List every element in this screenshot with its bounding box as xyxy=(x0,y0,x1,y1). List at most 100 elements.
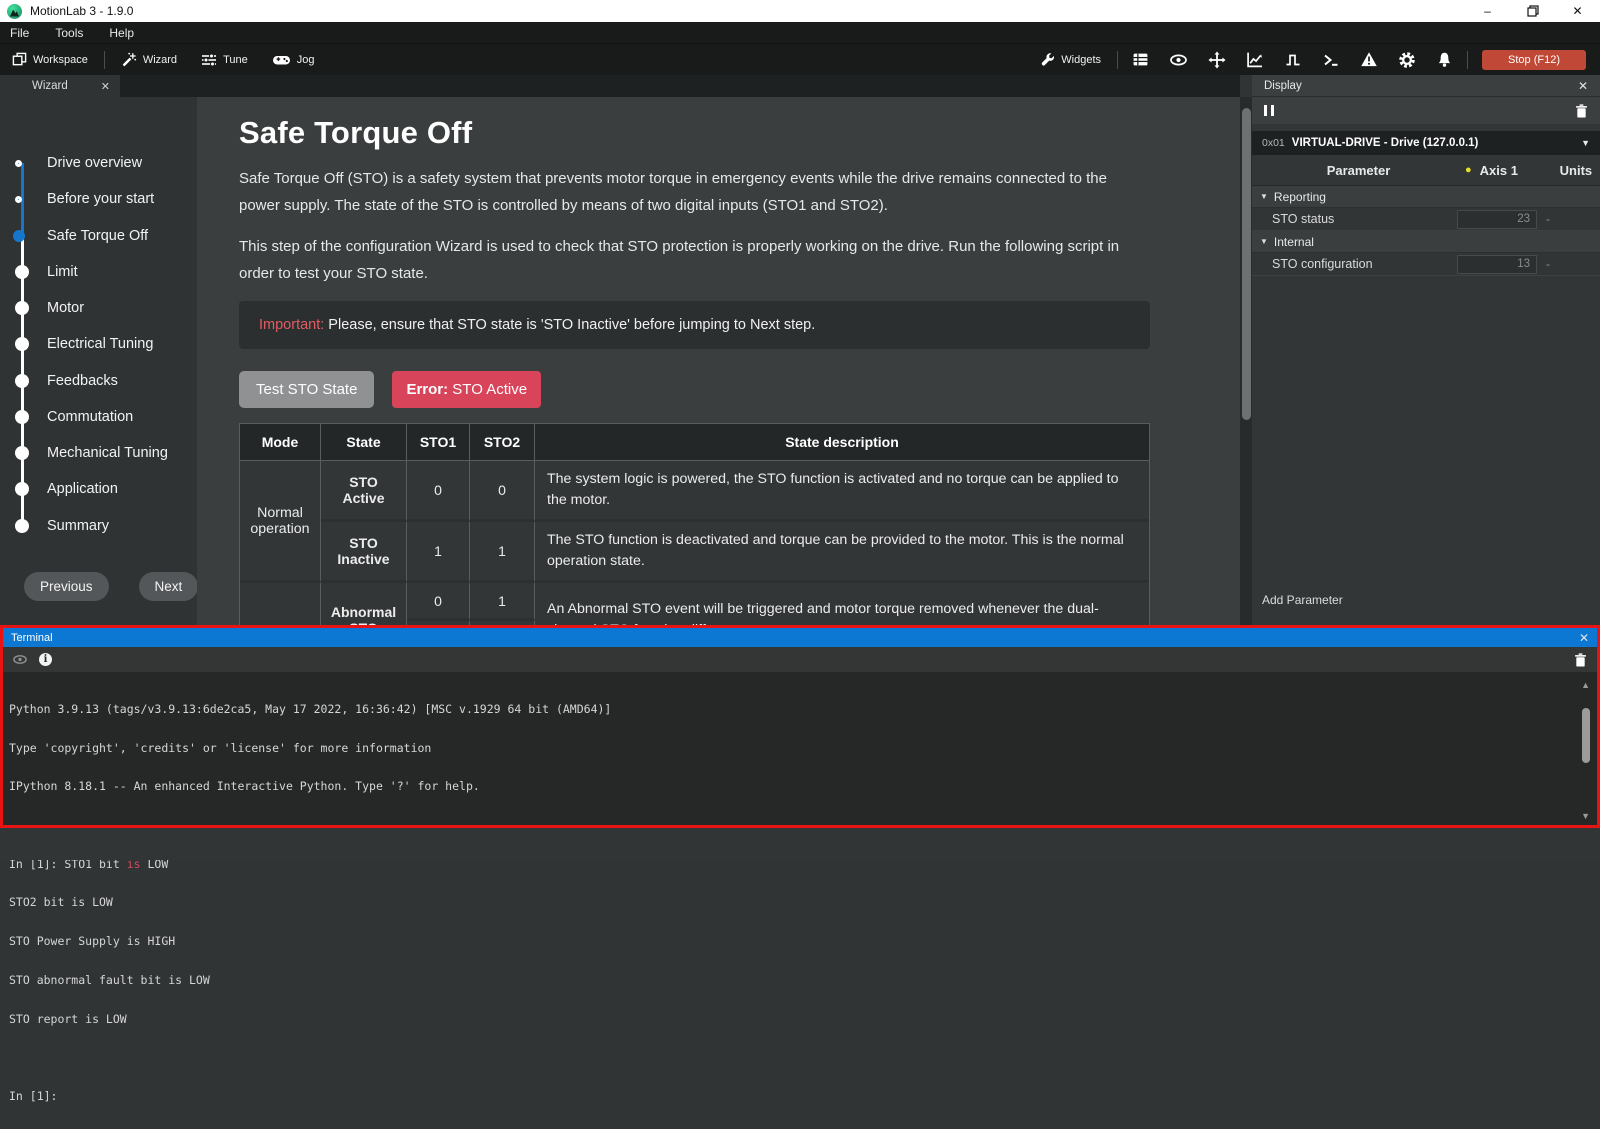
parameter-table-header: Parameter ● Axis 1 Units xyxy=(1252,155,1600,186)
description-cell: The system logic is powered, the STO fun… xyxy=(535,461,1149,522)
next-button[interactable]: Next xyxy=(139,572,199,601)
settings-button[interactable] xyxy=(1388,51,1426,69)
step-todo-icon xyxy=(15,410,29,424)
toolbar-separator xyxy=(104,51,105,69)
chevron-down-icon: ▼ xyxy=(1260,192,1268,201)
trash-icon[interactable] xyxy=(1574,653,1587,667)
terminal-scrollbar-thumb[interactable] xyxy=(1582,708,1590,763)
param-value: 13 xyxy=(1457,255,1537,274)
sidebar-item-summary[interactable]: Summary xyxy=(0,514,197,538)
move-arrows-icon xyxy=(1208,51,1226,69)
menu-help[interactable]: Help xyxy=(109,26,134,40)
sidebar-item-motor[interactable]: Motor xyxy=(0,296,197,320)
sidebar-item-safe-torque-off[interactable]: Safe Torque Off xyxy=(0,224,197,248)
parameter-column-header: Parameter xyxy=(1252,163,1465,178)
sto2-cell: 1 xyxy=(470,583,535,621)
wizard-button[interactable]: Wizard xyxy=(109,44,189,75)
terminal-close-icon[interactable]: ✕ xyxy=(1579,631,1589,645)
notifications-button[interactable] xyxy=(1426,51,1463,68)
sidebar-item-electrical-tuning[interactable]: Electrical Tuning xyxy=(0,332,197,356)
list-grid-icon xyxy=(1132,51,1149,68)
menu-file[interactable]: File xyxy=(10,26,29,40)
pause-icon[interactable] xyxy=(1264,105,1274,116)
square-wave-icon xyxy=(1284,52,1302,68)
sidebar-item-mechanical-tuning[interactable]: Mechanical Tuning xyxy=(0,441,197,465)
main-toolbar: Workspace Wizard Tune Jog xyxy=(0,44,1600,75)
tab-wizard[interactable]: Wizard ✕ xyxy=(0,75,120,97)
info-icon[interactable]: i xyxy=(39,653,52,666)
tab-bar: Wizard ✕ xyxy=(0,75,1240,97)
terminal-title-bar[interactable]: Terminal ✕ xyxy=(3,628,1597,647)
step-todo-icon xyxy=(15,301,29,315)
col-header-mode: Mode xyxy=(240,424,321,461)
drive-selector[interactable]: 0x01 VIRTUAL-DRIVE - Drive (127.0.0.1) ▼ xyxy=(1252,131,1600,155)
menu-tools[interactable]: Tools xyxy=(55,26,83,40)
step-todo-icon xyxy=(15,482,29,496)
sidebar-item-before-your-start[interactable]: Before your start xyxy=(0,187,197,211)
toolbar-separator xyxy=(1467,51,1468,69)
display-close-icon[interactable]: ✕ xyxy=(1578,79,1588,93)
terminal-panel: Terminal ✕ i Python 3.9.13 (tags/v3.9.13… xyxy=(0,625,1600,828)
page-title: Safe Torque Off xyxy=(239,115,1240,151)
sidebar-item-feedbacks[interactable]: Feedbacks xyxy=(0,369,197,393)
sidebar-item-limit[interactable]: Limit xyxy=(0,260,197,284)
step-done-icon xyxy=(15,160,22,167)
group-internal[interactable]: ▼ Internal xyxy=(1252,231,1600,253)
terminal-prompt[interactable]: In [1]: xyxy=(9,1090,1583,1103)
title-bar: MotionLab 3 - 1.9.0 – ✕ xyxy=(0,0,1600,22)
terminal-button[interactable] xyxy=(1312,52,1350,68)
step-todo-icon xyxy=(15,337,29,351)
display-panel-title: Display xyxy=(1264,80,1302,92)
main-scrollbar-thumb[interactable] xyxy=(1242,108,1251,420)
terminal-output[interactable]: Python 3.9.13 (tags/v3.9.13:6de2ca5, May… xyxy=(3,672,1597,1129)
display-list-button[interactable] xyxy=(1122,51,1159,68)
workspace-icon xyxy=(12,52,27,67)
state-cell: Abnormal STO xyxy=(321,583,407,625)
trash-icon[interactable] xyxy=(1575,104,1588,118)
previous-button[interactable]: Previous xyxy=(24,572,109,601)
sidebar-item-application[interactable]: Application xyxy=(0,477,197,501)
jog-button[interactable]: Jog xyxy=(260,44,327,75)
drive-id: 0x01 xyxy=(1262,137,1285,149)
workspace-button[interactable]: Workspace xyxy=(0,44,100,75)
sidebar-item-commutation[interactable]: Commutation xyxy=(0,405,197,429)
tune-button[interactable]: Tune xyxy=(189,44,260,75)
tab-close-icon[interactable]: ✕ xyxy=(101,80,110,93)
table-row: Abnormal STO 0 1 An Abnormal STO event w… xyxy=(240,583,1149,621)
sidebar-item-drive-overview[interactable]: Drive overview xyxy=(0,151,197,175)
intro-paragraph: Safe Torque Off (STO) is a safety system… xyxy=(239,165,1144,219)
scroll-down-icon[interactable]: ▼ xyxy=(1581,811,1590,821)
col-header-sto1: STO1 xyxy=(407,424,470,461)
motion-button[interactable] xyxy=(1198,51,1236,69)
scroll-up-icon[interactable]: ▲ xyxy=(1581,680,1590,690)
alerts-button[interactable] xyxy=(1350,51,1388,68)
terminal-toolbar: i xyxy=(3,647,1597,672)
scope-button[interactable] xyxy=(1236,51,1274,68)
minimize-button[interactable]: – xyxy=(1465,0,1510,22)
param-row-sto-configuration[interactable]: STO configuration 13 - xyxy=(1252,253,1600,276)
chevron-down-icon: ▼ xyxy=(1260,237,1268,246)
sto-state-table: Mode State STO1 STO2 State description N… xyxy=(239,423,1150,625)
widgets-button[interactable]: Widgets xyxy=(1028,52,1113,67)
eye-icon[interactable] xyxy=(13,654,27,665)
maximize-button[interactable] xyxy=(1510,0,1555,22)
drive-name: VIRTUAL-DRIVE - Drive (127.0.0.1) xyxy=(1292,137,1479,149)
step-todo-icon xyxy=(15,446,29,460)
step-active-icon xyxy=(13,230,25,242)
param-units: - xyxy=(1537,257,1550,271)
param-row-sto-status[interactable]: STO status 23 - xyxy=(1252,208,1600,231)
stop-button[interactable]: Stop (F12) xyxy=(1482,50,1586,70)
group-reporting[interactable]: ▼ Reporting xyxy=(1252,186,1600,208)
main-scrollbar[interactable] xyxy=(1240,97,1252,625)
step-todo-icon xyxy=(15,265,29,279)
col-header-description: State description xyxy=(535,424,1149,461)
col-header-state: State xyxy=(321,424,407,461)
add-parameter-button[interactable]: Add Parameter xyxy=(1262,593,1343,607)
signal-button[interactable] xyxy=(1274,52,1312,68)
table-row: STO Inactive 1 1 The STO function is dea… xyxy=(240,522,1149,583)
test-sto-state-button[interactable]: Test STO State xyxy=(239,371,374,408)
close-button[interactable]: ✕ xyxy=(1555,0,1600,22)
wizard-content: Safe Torque Off Safe Torque Off (STO) is… xyxy=(197,97,1240,625)
watch-button[interactable] xyxy=(1159,52,1198,68)
tune-sliders-icon xyxy=(201,52,217,68)
